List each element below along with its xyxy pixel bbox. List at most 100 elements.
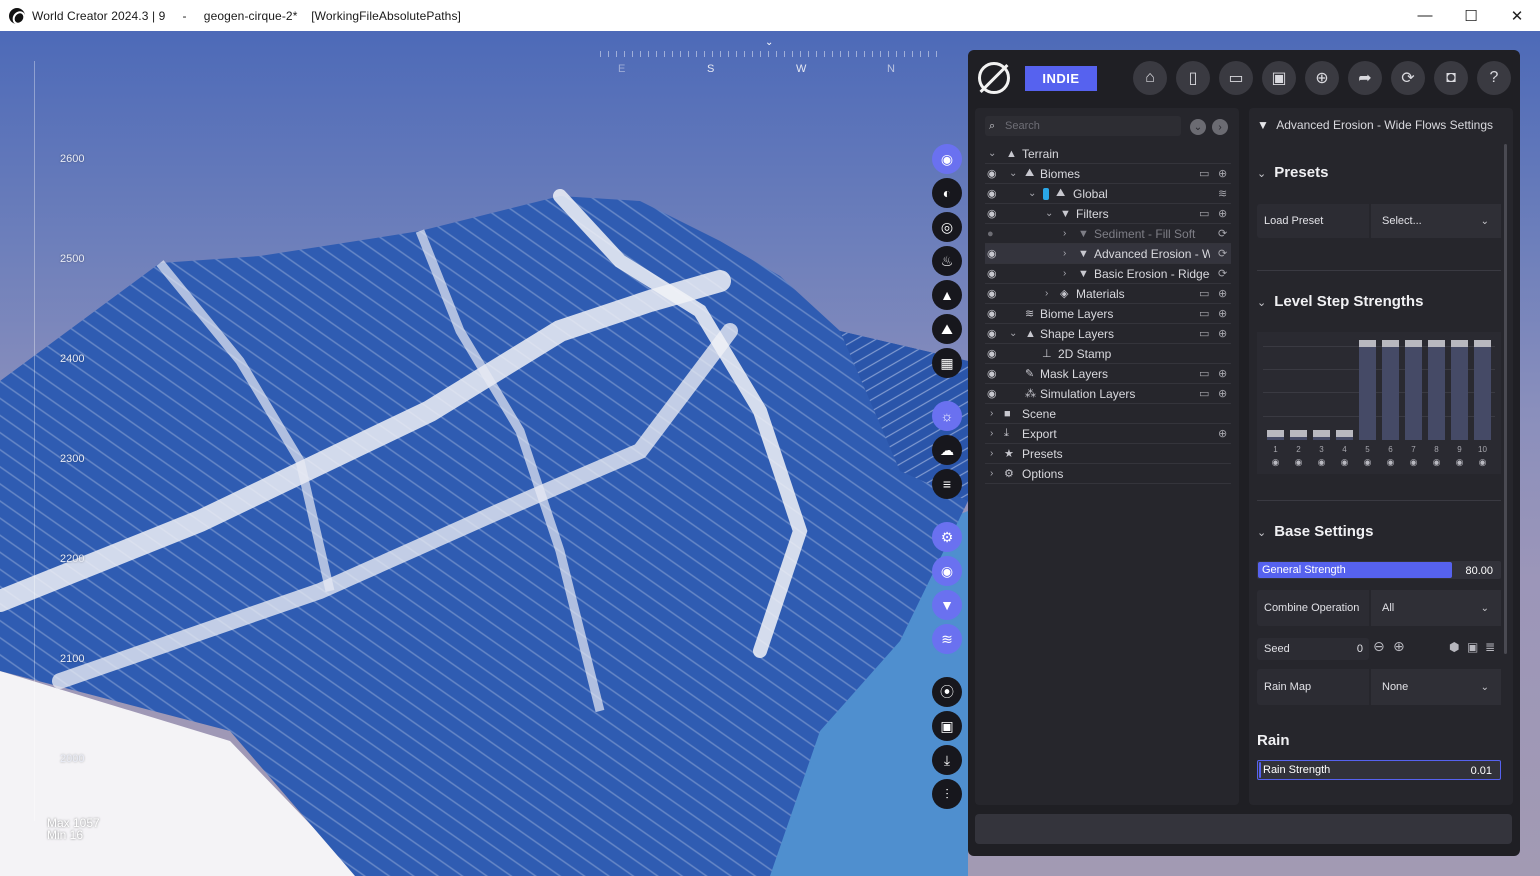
tree-item-advanced-erosion[interactable]: ◉ › ▼ Advanced Erosion - Wide Flows ⟳ xyxy=(985,244,1231,264)
grid-icon[interactable]: ▦ xyxy=(932,348,962,378)
chevron-right-icon[interactable]: › xyxy=(990,468,993,479)
add-icon[interactable]: ⊕ xyxy=(1218,387,1227,400)
maximize-button[interactable]: ☐ xyxy=(1448,0,1494,31)
eye-icon[interactable]: ◉ xyxy=(987,187,1001,200)
eye-icon[interactable]: ◉ xyxy=(1428,457,1445,468)
save-add-icon[interactable]: ⊕ xyxy=(1305,61,1339,95)
tree-item-biome-layers[interactable]: ◉ ≋ Biome Layers ▭ ⊕ xyxy=(985,304,1231,324)
chevron-right-icon[interactable]: › xyxy=(1063,248,1066,259)
base-settings-section-title[interactable]: ⌄ Base Settings xyxy=(1257,523,1373,540)
tree-item-mask-layers[interactable]: ◉ ✎ Mask Layers ▭ ⊕ xyxy=(985,364,1231,384)
eye-icon[interactable]: ◉ xyxy=(1336,457,1353,468)
refresh-icon[interactable]: ⟳ xyxy=(1391,61,1425,95)
eye-icon[interactable]: ◉ xyxy=(987,207,1001,220)
level-step-bar[interactable] xyxy=(1405,340,1422,440)
eye-icon[interactable]: ◉ xyxy=(932,556,962,586)
chevron-right-icon[interactable]: › xyxy=(1063,268,1066,279)
level-step-bar[interactable] xyxy=(1336,430,1353,440)
seed-field[interactable]: Seed 0 xyxy=(1257,638,1369,660)
stats-icon[interactable]: ⫶ xyxy=(932,779,962,809)
eye-icon[interactable]: ◉ xyxy=(1451,457,1468,468)
close-button[interactable]: ✕ xyxy=(1494,0,1540,31)
level-step-section-title[interactable]: ⌄ Level Step Strengths xyxy=(1257,293,1423,310)
eye-icon[interactable]: ◉ xyxy=(1382,457,1399,468)
increment-icon[interactable]: ⊕ xyxy=(1393,638,1405,655)
chevron-right-icon[interactable]: › xyxy=(1045,288,1048,299)
folder-icon[interactable]: ▭ xyxy=(1199,327,1209,340)
general-strength-slider[interactable]: General Strength 80.00 xyxy=(1257,561,1501,579)
add-icon[interactable]: ⊕ xyxy=(1218,287,1227,300)
folder-icon[interactable]: ▭ xyxy=(1199,307,1209,320)
tree-item-materials[interactable]: ◉ › ◈ Materials ▭ ⊕ xyxy=(985,284,1231,304)
eye-icon[interactable]: ◉ xyxy=(987,367,1001,380)
save-icon[interactable]: ▣ xyxy=(1262,61,1296,95)
layers-icon[interactable]: ≋ xyxy=(932,624,962,654)
level-step-bar[interactable] xyxy=(1451,340,1468,440)
eye-icon[interactable]: ◉ xyxy=(1267,457,1284,468)
eye-icon[interactable]: ◉ xyxy=(987,167,1001,180)
layers-icon[interactable]: ≋ xyxy=(1218,187,1227,200)
eye-icon[interactable]: ◉ xyxy=(987,347,1001,360)
cloud-icon[interactable]: ☁ xyxy=(932,435,962,465)
add-icon[interactable]: ⊕ xyxy=(1218,327,1227,340)
landscape-icon[interactable]: ⛰ xyxy=(932,314,962,344)
fire-icon[interactable]: ♨ xyxy=(932,246,962,276)
eye-icon[interactable]: ◉ xyxy=(987,287,1001,300)
tree-item-basic-erosion[interactable]: ◉ › ▼ Basic Erosion - Ridged ⟳ xyxy=(985,264,1231,284)
level-step-bar[interactable] xyxy=(1428,340,1445,440)
add-icon[interactable]: ⊕ xyxy=(1218,167,1227,180)
image-icon[interactable]: ▣ xyxy=(932,711,962,741)
add-icon[interactable]: ⊕ xyxy=(1218,427,1227,440)
rain-map-select[interactable]: None ⌄ xyxy=(1369,669,1501,705)
level-step-bar[interactable] xyxy=(1313,430,1330,440)
tree-item-filters[interactable]: ◉ ⌄ ▼ Filters ▭ ⊕ xyxy=(985,204,1231,224)
properties-scrollbar[interactable] xyxy=(1504,144,1507,654)
filter-icon[interactable]: ▼ xyxy=(932,590,962,620)
eye-icon[interactable]: ◉ xyxy=(987,247,1001,260)
folder-icon[interactable]: ▭ xyxy=(1199,287,1209,300)
tree-item-2d-stamp[interactable]: ◉ ⊥ 2D Stamp xyxy=(985,344,1231,364)
chevron-down-icon[interactable]: ⌄ xyxy=(1009,168,1017,179)
compass-strip[interactable]: ⌄ E S W N xyxy=(600,37,940,81)
add-icon[interactable]: ⊕ xyxy=(1218,307,1227,320)
level-step-bar[interactable] xyxy=(1359,340,1376,440)
chevron-down-icon[interactable]: ⌄ xyxy=(1045,208,1053,219)
chevron-down-icon[interactable]: ⌄ xyxy=(1009,328,1017,339)
tree-item-scene[interactable]: › ■ Scene xyxy=(985,404,1231,424)
sync-icon[interactable]: ⟳ xyxy=(1218,267,1227,280)
eye-icon[interactable]: ◉ xyxy=(987,307,1001,320)
home-icon[interactable]: ⌂ xyxy=(1133,61,1167,95)
mountain-icon[interactable]: ▲ xyxy=(932,280,962,310)
level-step-bar[interactable] xyxy=(1290,430,1307,440)
tree-item-terrain[interactable]: ⌄ ▲ Terrain xyxy=(985,144,1231,164)
chevron-right-icon[interactable]: › xyxy=(990,408,993,419)
eye-icon[interactable]: ◉ xyxy=(1313,457,1330,468)
level-step-bar[interactable] xyxy=(1382,340,1399,440)
tree-item-global[interactable]: ◉ ⌄ ⛰ Global ≋ xyxy=(985,184,1231,204)
sync-icon[interactable]: ⟳ xyxy=(1218,247,1227,260)
eye-icon[interactable]: ◉ xyxy=(987,267,1001,280)
eye-icon[interactable]: ◉ xyxy=(1359,457,1376,468)
collapse-icon[interactable]: ⌄ xyxy=(1190,119,1206,135)
chevron-right-icon[interactable]: › xyxy=(990,448,993,459)
tree-item-export[interactable]: › ⤓ Export ⊕ xyxy=(985,424,1231,444)
tree-item-presets[interactable]: › ★ Presets xyxy=(985,444,1231,464)
export-icon[interactable]: ➦ xyxy=(1348,61,1382,95)
level-step-bar[interactable] xyxy=(1474,340,1491,440)
add-icon[interactable]: ⊕ xyxy=(1218,207,1227,220)
tree-item-options[interactable]: › ⚙ Options xyxy=(985,464,1231,484)
tree-item-biomes[interactable]: ◉ ⌄ ⛰ Biomes ▭ ⊕ xyxy=(985,164,1231,184)
dice-icon[interactable]: ⬢ xyxy=(1449,640,1459,654)
eye-icon[interactable]: ◉ xyxy=(987,327,1001,340)
sync-icon[interactable]: ⟳ xyxy=(1218,227,1227,240)
chevron-down-icon[interactable]: ⌄ xyxy=(988,148,996,159)
record-icon[interactable]: ⦿ xyxy=(932,677,962,707)
level-step-strengths-chart[interactable]: 1 ◉ 2 ◉ 3 ◉ 4 ◉ 5 ◉ 6 ◉ 7 ◉ 8 ◉ 9 ◉ 10 ◉ xyxy=(1257,332,1501,474)
minimize-button[interactable]: — xyxy=(1402,0,1448,31)
folder-icon[interactable]: ▭ xyxy=(1199,167,1209,180)
presets-section-title[interactable]: ⌄ Presets xyxy=(1257,164,1328,181)
decrement-icon[interactable]: ⊖ xyxy=(1373,638,1385,655)
save-icon[interactable]: ▣ xyxy=(1467,640,1478,654)
eye-hidden-icon[interactable]: ● xyxy=(987,228,1001,240)
settings-icon[interactable]: ⚙ xyxy=(932,522,962,552)
